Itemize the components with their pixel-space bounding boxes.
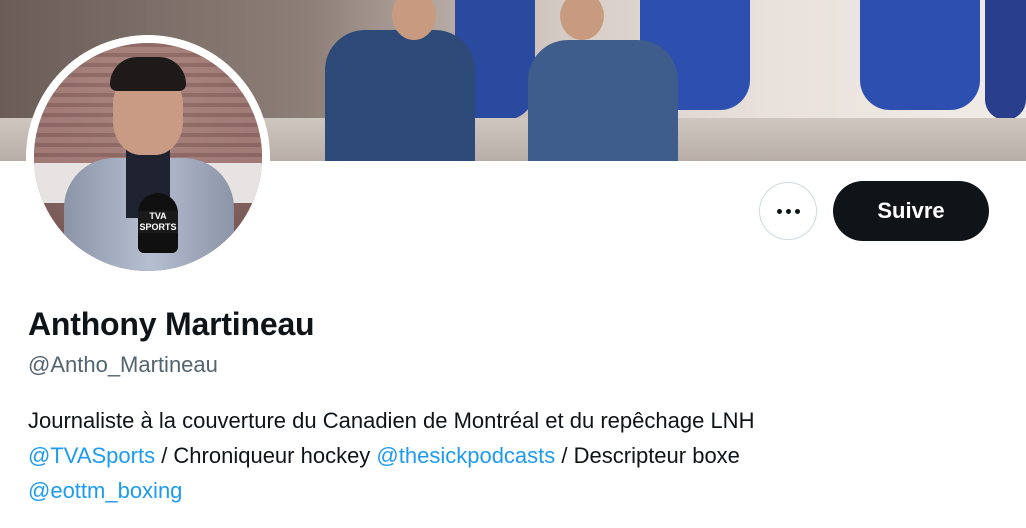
mention-link-tvasports[interactable]: @TVASports bbox=[28, 443, 155, 468]
avatar-hair bbox=[110, 57, 186, 91]
banner-jersey bbox=[860, 0, 980, 110]
user-handle: @Antho_Martineau bbox=[28, 352, 218, 377]
mention-link-eottm-boxing[interactable]: @eottm_boxing bbox=[28, 478, 182, 503]
dot bbox=[785, 208, 791, 214]
bio-text: Journaliste à la couverture du Canadien … bbox=[28, 408, 755, 433]
banner-person bbox=[528, 40, 678, 161]
display-name: Anthony Martineau bbox=[28, 306, 315, 342]
more-horizontal-icon bbox=[776, 208, 800, 214]
mention-link-thesickpodcasts[interactable]: @thesickpodcasts bbox=[376, 443, 555, 468]
more-options-button[interactable] bbox=[759, 182, 817, 240]
bio-text: / Descripteur boxe bbox=[555, 443, 740, 468]
bio-text: / Chroniqueur hockey bbox=[155, 443, 377, 468]
dot bbox=[794, 208, 800, 214]
banner-person bbox=[325, 30, 475, 161]
dot bbox=[776, 208, 782, 214]
follow-button[interactable]: Suivre bbox=[833, 181, 989, 241]
banner-jersey bbox=[985, 0, 1026, 120]
profile-bio: Journaliste à la couverture du Canadien … bbox=[28, 403, 988, 508]
profile-avatar[interactable]: TVA SPORTS bbox=[30, 39, 266, 275]
avatar-mic-flag: TVA SPORTS bbox=[138, 211, 178, 233]
avatar-photo: TVA SPORTS bbox=[34, 43, 262, 271]
